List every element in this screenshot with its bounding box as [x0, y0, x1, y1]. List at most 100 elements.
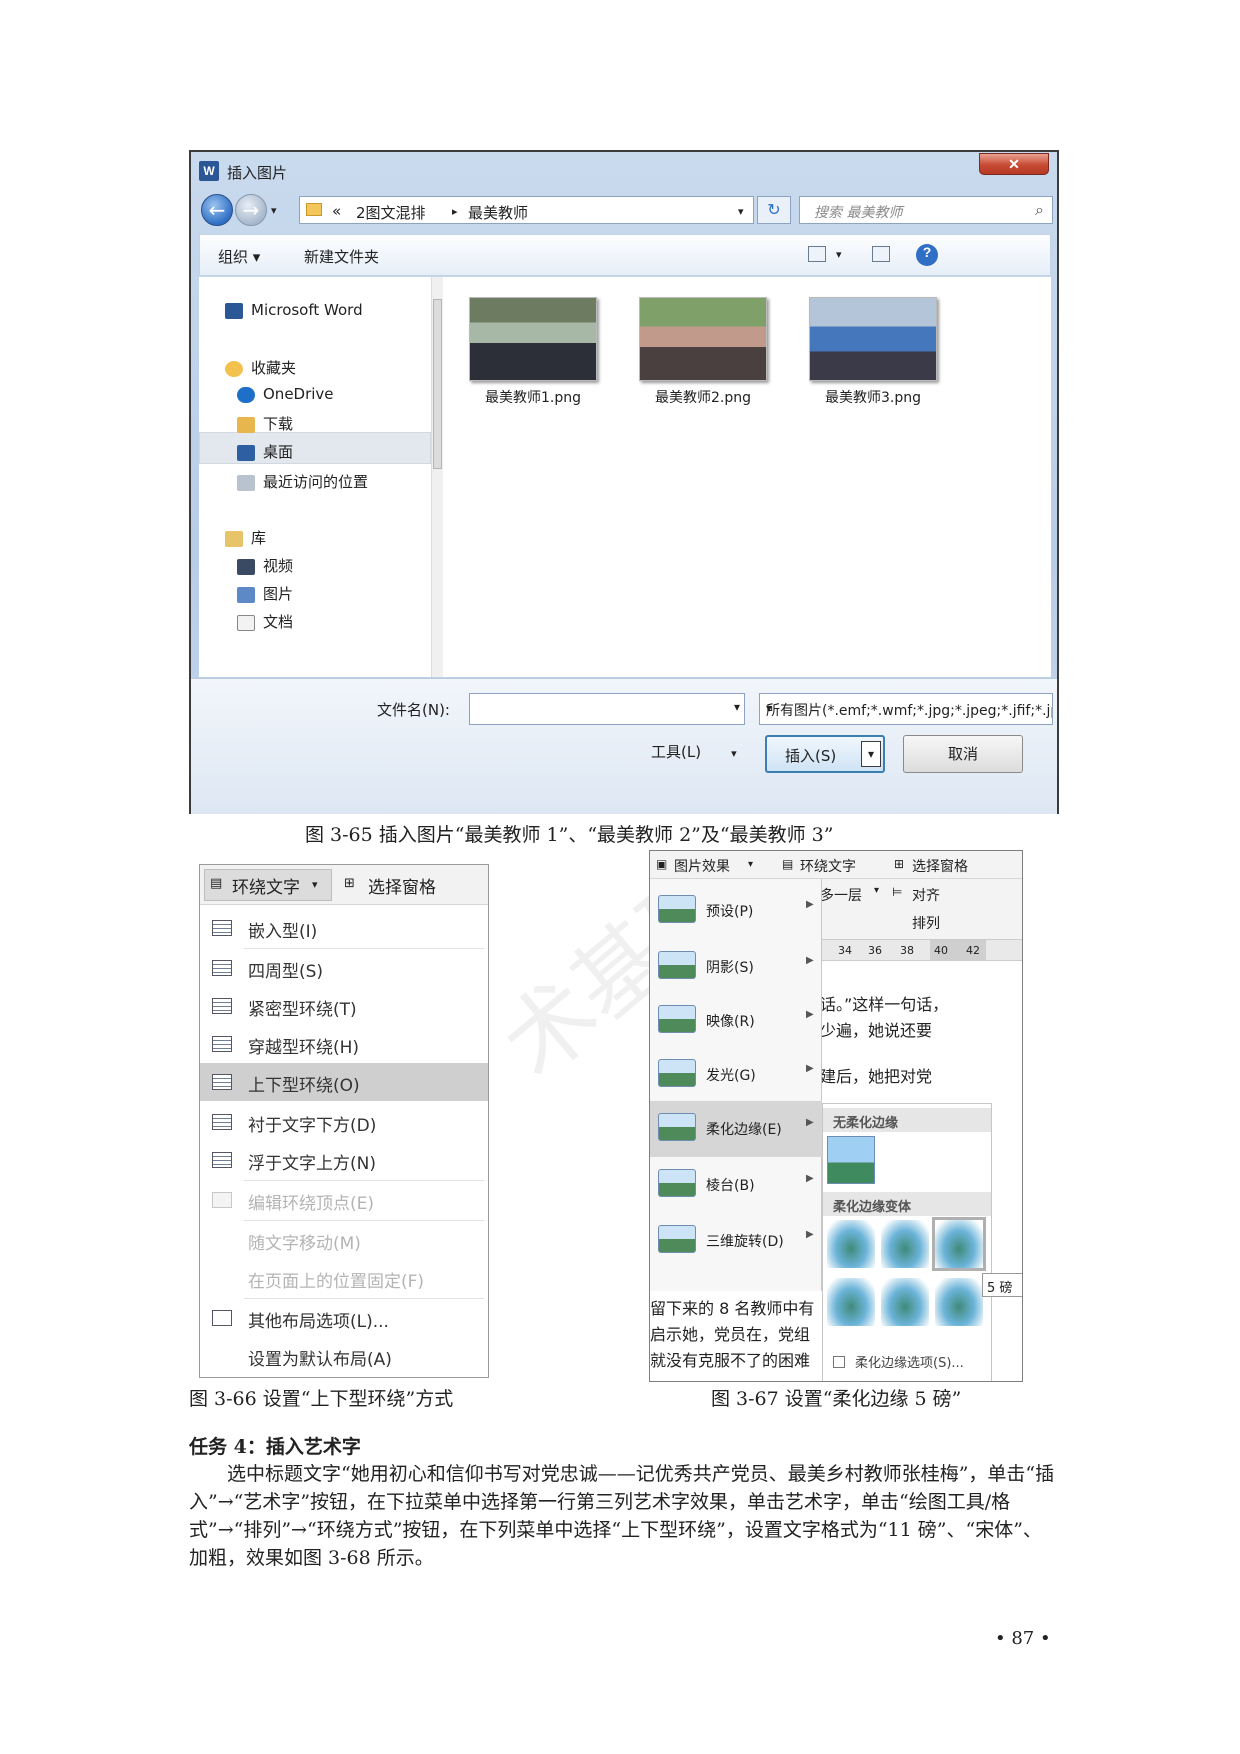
- soft-edge-swatch[interactable]: [935, 1278, 983, 1326]
- effect-preset[interactable]: 预设(P) ▶: [650, 883, 822, 939]
- menu-item-top-bottom[interactable]: 上下型环绕(O): [200, 1063, 488, 1101]
- insert-button[interactable]: 插入(S) ▾: [765, 735, 885, 773]
- picture-effects-button[interactable]: 图片效果: [674, 856, 730, 876]
- file-item[interactable]: 最美教师2.png: [623, 297, 783, 407]
- nav-item-favorites[interactable]: 收藏夹: [225, 357, 296, 381]
- soft-edge-swatch-selected[interactable]: [932, 1217, 986, 1271]
- address-dropdown-icon[interactable]: ▾: [738, 205, 744, 218]
- heading-label: 柔化边缘变体: [833, 1200, 912, 1215]
- tools-button[interactable]: 工具(L) ▾: [651, 741, 737, 762]
- nav-item-desktop[interactable]: 桌面: [237, 441, 293, 465]
- menu-item-through[interactable]: 穿越型环绕(H): [200, 1025, 488, 1063]
- soft-edge-swatch[interactable]: [881, 1220, 929, 1268]
- menu-item-inline[interactable]: 嵌入型(I): [200, 909, 488, 947]
- heading-label: 无柔化边缘: [833, 1116, 899, 1131]
- preview-pane-icon[interactable]: [872, 246, 890, 262]
- selection-pane-icon: ⊞: [344, 876, 355, 891]
- nav-label: 收藏夹: [251, 359, 297, 377]
- document-text: 话。”这样一句话，: [820, 995, 949, 1014]
- picture-effects-icon: ▣: [656, 857, 668, 871]
- menu-item-label: 上下型环绕(O): [248, 1076, 360, 1096]
- scrollbar-thumb[interactable]: [433, 299, 442, 469]
- nav-scrollbar[interactable]: [431, 277, 443, 677]
- effect-label: 预设(P): [706, 904, 754, 920]
- submenu-arrow-icon: ▶: [806, 1173, 814, 1184]
- menu-item-behind-text[interactable]: 衬于文字下方(D): [200, 1103, 488, 1141]
- nav-item-recent[interactable]: 最近访问的位置: [237, 471, 368, 495]
- effect-soft-edges[interactable]: 柔化边缘(E) ▶: [650, 1101, 822, 1157]
- cancel-button[interactable]: 取消: [903, 735, 1023, 773]
- breadcrumb-item-current[interactable]: 最美教师: [468, 202, 528, 223]
- nav-item-videos[interactable]: 视频: [237, 555, 293, 579]
- soft-edge-swatch[interactable]: [827, 1220, 875, 1268]
- document-text: 留下来的 8 名教师中有: [650, 1299, 815, 1318]
- menu-item-more-layout[interactable]: 其他布局选项(L)...: [200, 1299, 488, 1337]
- effect-label: 映像(R): [706, 1014, 755, 1030]
- address-bar[interactable]: « 2图文混排 ▸ 最美教师 ▾: [299, 196, 754, 224]
- nav-item-word[interactable]: Microsoft Word: [225, 301, 363, 325]
- selection-pane-button[interactable]: 选择窗格: [368, 873, 436, 898]
- submenu-arrow-icon: ▶: [806, 955, 814, 966]
- wrap-text-button[interactable]: 环绕文字: [232, 873, 300, 898]
- bring-forward-button[interactable]: 多一层: [820, 885, 862, 905]
- no-soft-edge-swatch[interactable]: [827, 1136, 875, 1184]
- insert-dropdown-icon[interactable]: ▾: [861, 741, 881, 767]
- file-item[interactable]: 最美教师1.png: [453, 297, 613, 407]
- selection-pane-icon: ⊞: [894, 857, 905, 871]
- new-folder-button[interactable]: 新建文件夹: [304, 246, 379, 267]
- search-placeholder: 搜索 最美教师: [814, 205, 903, 221]
- help-icon[interactable]: ?: [916, 244, 938, 266]
- soft-edge-swatch[interactable]: [827, 1278, 875, 1326]
- file-name: 最美教师2.png: [654, 390, 751, 406]
- soft-edges-icon: [658, 1113, 696, 1141]
- effect-bevel[interactable]: 棱台(B) ▶: [650, 1157, 822, 1213]
- submenu-arrow-icon: ▶: [806, 899, 814, 910]
- ribbon-wrap-button[interactable]: 环绕文字: [800, 856, 856, 876]
- recent-pages-dropdown-icon[interactable]: ▾: [271, 204, 277, 217]
- soft-edge-options[interactable]: 柔化边缘选项(S)...: [833, 1352, 964, 1371]
- ribbon-pane-button[interactable]: 选择窗格: [912, 856, 968, 876]
- figure-caption: 图 3-66 设置“上下型环绕”方式: [189, 1388, 454, 1410]
- folder-icon: [306, 203, 322, 216]
- nav-item-documents[interactable]: 文档: [237, 611, 293, 635]
- align-button[interactable]: 对齐: [912, 885, 940, 905]
- close-button[interactable]: ✕: [979, 153, 1049, 175]
- effect-reflection[interactable]: 映像(R) ▶: [650, 993, 822, 1049]
- filetype-dropdown-icon[interactable]: ▾: [766, 701, 1046, 715]
- menu-item-square[interactable]: 四周型(S): [200, 949, 488, 987]
- view-dropdown-icon[interactable]: ▾: [836, 248, 842, 261]
- nav-item-downloads[interactable]: 下载: [237, 413, 293, 437]
- filename-input[interactable]: ▾: [469, 693, 745, 725]
- forward-button[interactable]: →: [235, 194, 267, 226]
- refresh-button[interactable]: ↻: [757, 196, 791, 224]
- effect-glow[interactable]: 发光(G) ▶: [650, 1047, 822, 1103]
- nav-item-onedrive[interactable]: OneDrive: [237, 385, 334, 409]
- dialog-title: 插入图片: [227, 164, 288, 182]
- back-button[interactable]: ←: [201, 194, 233, 226]
- filetype-select[interactable]: 所有图片(*.emf;*.wmf;*.jpg;*.jpeg;*.jfif;*.j…: [759, 693, 1053, 725]
- submenu-arrow-icon: ▶: [806, 1229, 814, 1240]
- soft-edge-swatch[interactable]: [881, 1278, 929, 1326]
- ruler-tick: 36: [868, 944, 882, 957]
- view-options-icon[interactable]: [808, 246, 826, 262]
- navigation-bar: ← → ▾ « 2图文混排 ▸ 最美教师 ▾ ↻ 搜索 最美教师 ⌕: [191, 190, 1057, 232]
- menu-item-label: 编辑环绕顶点(E): [248, 1194, 375, 1214]
- file-item[interactable]: 最美教师3.png: [793, 297, 953, 407]
- effect-label: 棱台(B): [706, 1178, 755, 1194]
- menu-item-fix-position: 在页面上的位置固定(F): [200, 1259, 488, 1297]
- nav-label: 视频: [263, 557, 294, 575]
- tight-wrap-icon: [212, 998, 232, 1014]
- menu-item-tight[interactable]: 紧密型环绕(T): [200, 987, 488, 1025]
- nav-item-libraries[interactable]: 库: [225, 527, 266, 551]
- effect-3d-rotation[interactable]: 三维旋转(D) ▶: [650, 1213, 822, 1269]
- organize-button[interactable]: 组织 ▾: [218, 246, 260, 267]
- picture-effects-panel: ▣ 图片效果 ▾ ▤ 环绕文字 ⊞ 选择窗格 多一层 ▾ ⊨ 对齐 排列 34 …: [649, 850, 1023, 1382]
- filename-dropdown-icon[interactable]: ▾: [734, 700, 740, 714]
- breadcrumb-item-parent[interactable]: 2图文混排: [356, 202, 426, 223]
- nav-item-pictures[interactable]: 图片: [237, 583, 293, 607]
- effect-shadow[interactable]: 阴影(S) ▶: [650, 939, 822, 995]
- navigation-pane: Microsoft Word 收藏夹 OneDrive 下载 桌面 最近访问的位…: [199, 277, 443, 677]
- menu-item-set-default[interactable]: 设置为默认布局(A): [200, 1337, 488, 1375]
- menu-item-in-front-of-text[interactable]: 浮于文字上方(N): [200, 1141, 488, 1179]
- search-box[interactable]: 搜索 最美教师 ⌕: [799, 196, 1053, 224]
